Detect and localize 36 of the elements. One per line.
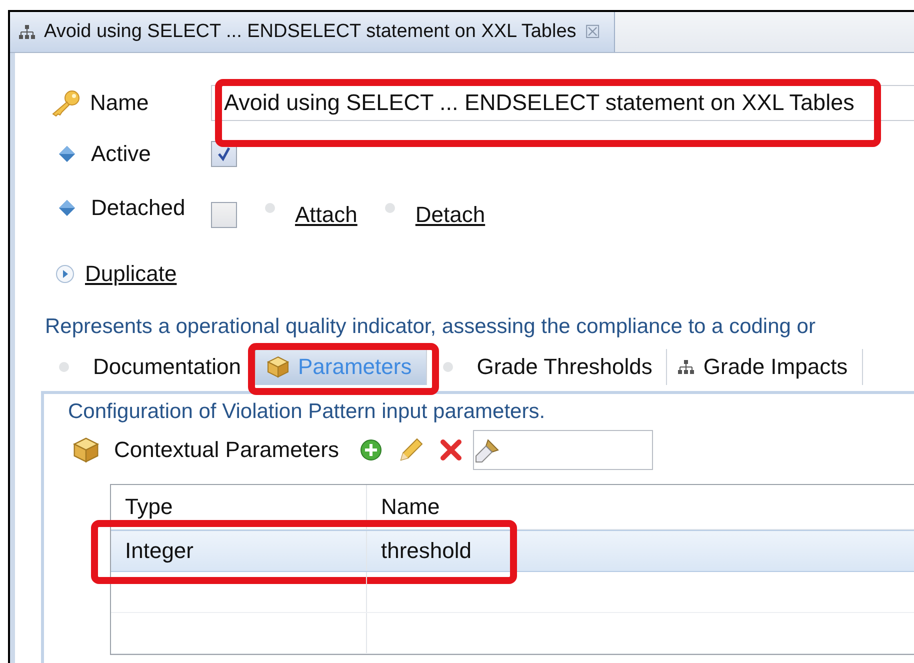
cube-icon: [266, 355, 290, 379]
dot-icon: [265, 203, 275, 213]
check-icon: [215, 145, 233, 163]
name-label: Name: [90, 90, 150, 116]
panel-caption: Configuration of Violation Pattern input parameters.: [68, 400, 546, 424]
section-label: Contextual Parameters: [114, 437, 339, 463]
tab[interactable]: Grade Impacts: [667, 349, 863, 385]
table-cell-text: threshold: [380, 537, 473, 565]
tree-icon: [18, 24, 36, 40]
dot-icon: [59, 362, 69, 372]
tree-icon: [677, 359, 696, 375]
expand-icon[interactable]: [55, 264, 75, 284]
diamond-icon: [57, 144, 77, 164]
brush-icon: [474, 436, 502, 464]
tab-title: Avoid using SELECT ... ENDSELECT statement on XXL Tables: [44, 21, 576, 43]
table-row[interactable]: Integer threshold: [111, 530, 914, 572]
tab[interactable]: Grade Thresholds: [426, 349, 668, 385]
filter-field[interactable]: [473, 430, 653, 470]
add-icon[interactable]: [359, 438, 383, 462]
delete-icon[interactable]: [439, 438, 463, 462]
dot-icon: [385, 203, 396, 213]
link[interactable]: Attach: [295, 202, 358, 228]
dot-icon: [442, 362, 453, 372]
column-header[interactable]: Type: [111, 485, 367, 529]
duplicate-link[interactable]: Duplicate: [85, 261, 177, 287]
editor-tab[interactable]: Avoid using SELECT ... ENDSELECT statement on XXL Tables ☒: [10, 12, 616, 52]
description-text: Represents a operational quality indicator, assessing the compliance to a coding or: [45, 315, 816, 339]
checkbox[interactable]: [211, 202, 237, 228]
diamond-icon: [57, 198, 77, 218]
link[interactable]: Detach: [415, 202, 486, 228]
name-field[interactable]: Avoid using SELECT ... ENDSELECT statement on XXL Tables: [211, 85, 914, 121]
table-cell: Integer: [111, 531, 367, 571]
column-header[interactable]: Name: [367, 485, 914, 529]
detached-label: Detached: [91, 195, 186, 221]
active-label: Active: [91, 141, 152, 167]
cube-icon: [72, 436, 100, 464]
